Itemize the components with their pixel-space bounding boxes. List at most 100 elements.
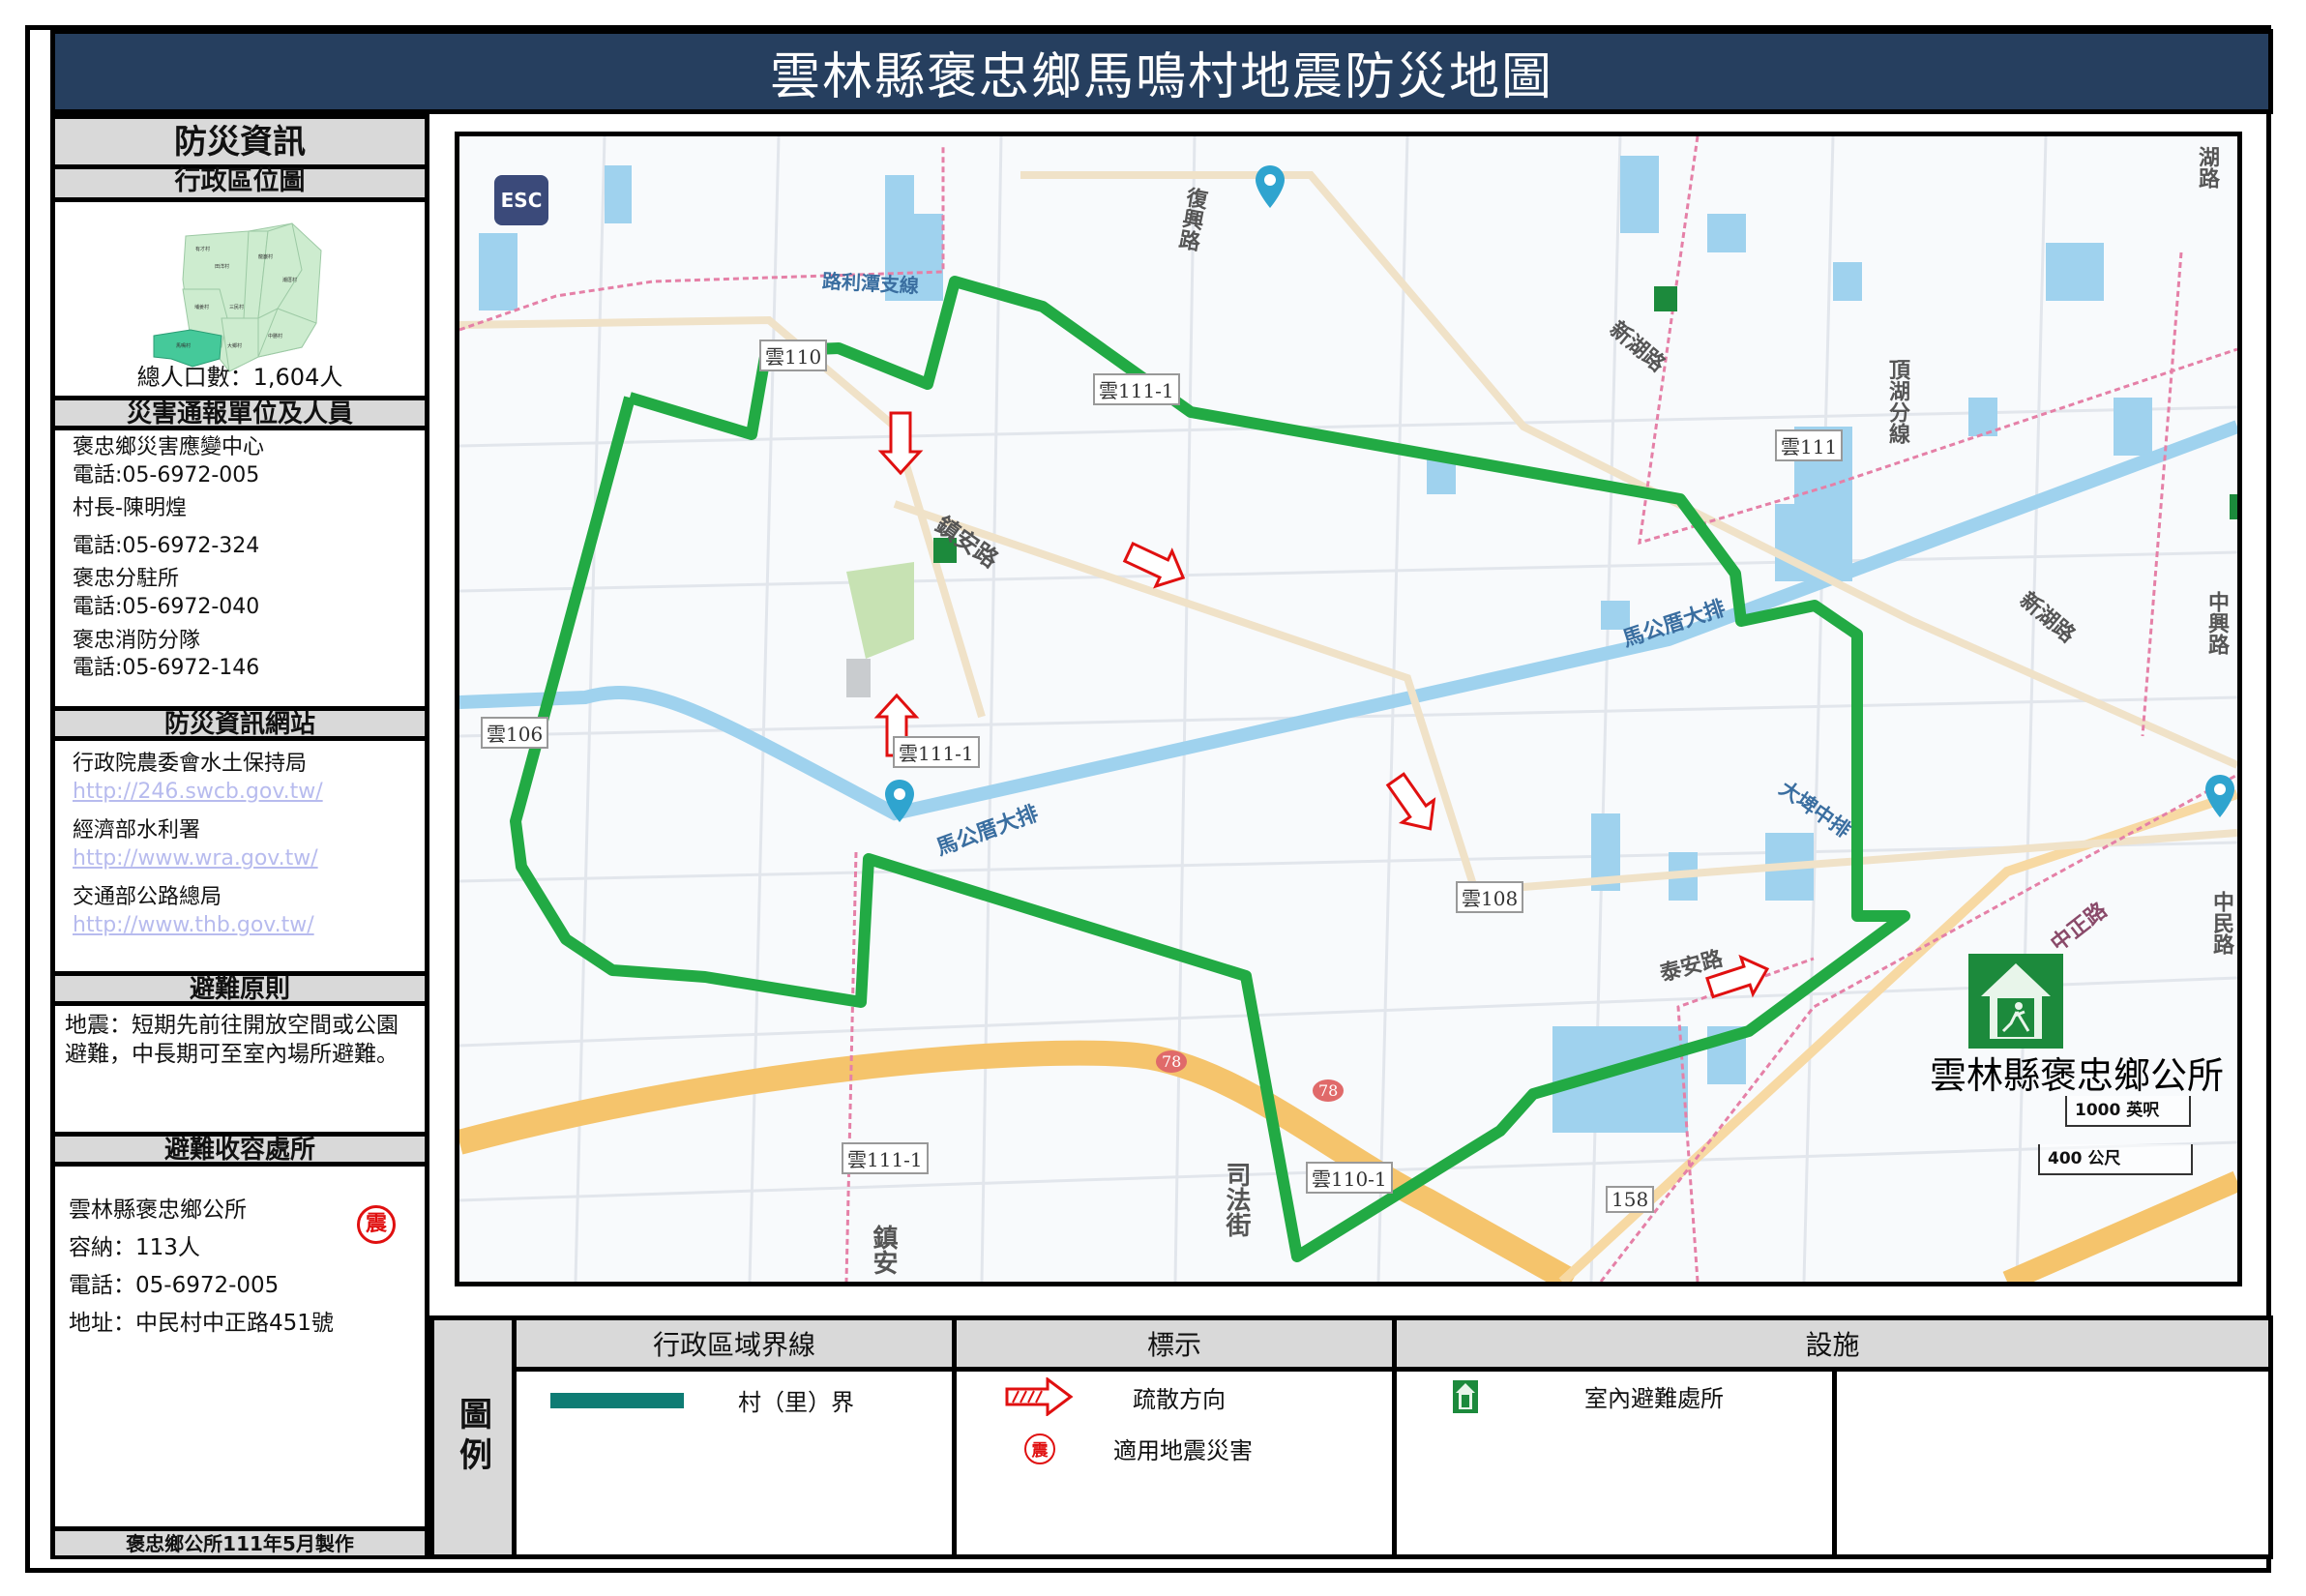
svg-text:大鄉村: 大鄉村: [227, 342, 242, 349]
legend-label: 疏散方向: [1133, 1385, 1226, 1413]
title-bar: 雲林縣褒忠鄉馬鳴村地震防災地圖: [50, 29, 2273, 114]
indoor-shelter-icon: [1453, 1379, 1478, 1413]
map-label: 中興路: [2204, 591, 2229, 655]
building-area: [846, 659, 871, 697]
report-units-heading: 災害通報單位及人員: [55, 396, 425, 430]
contact-name: 褒忠分駐所: [73, 567, 180, 592]
map-view[interactable]: ESC 路利潭支線 復興路 新湖路 頂湖分線 鎮安路 馬公厝大排 馬公厝大排 新…: [455, 132, 2242, 1286]
indoor-shelter-icon: [2230, 494, 2237, 519]
contact-phone: 電話:05-6972-146: [73, 656, 260, 681]
contact-item: 褒忠消防分隊 電話:05-6972-146: [73, 628, 407, 683]
location-pin-icon[interactable]: [885, 780, 914, 822]
svg-text:田洋村: 田洋村: [215, 263, 229, 270]
legend-title: 圖例: [434, 1320, 517, 1554]
legend-label: 村（里）界: [738, 1389, 854, 1416]
legend-empty-cell: [1837, 1372, 2268, 1554]
svg-text:埔姜村: 埔姜村: [194, 304, 209, 310]
legend-village-boundary: 村（里）界: [550, 1383, 854, 1417]
website-item: 交通部公路總局 http://www.thb.gov.tw/: [73, 884, 407, 939]
shelter-heading: 避難收容處所: [55, 1132, 425, 1167]
contact-phone: 電話:05-6972-040: [73, 594, 260, 619]
township-map: 有才村田洋村 龍巖村潮厝村 埔姜村 三民村 馬鳴村 大鄉村 中勝村: [153, 222, 322, 372]
route-shield: 雲110-1: [1306, 1162, 1393, 1194]
svg-text:龍巖村: 龍巖村: [258, 253, 273, 260]
route-shield: 雲110: [759, 340, 828, 371]
websites-heading: 防災資訊網站: [55, 706, 425, 741]
legend: 圖例 行政區域界線 村（里）界 標示 疏散方向 震 適用地震災害 設施 室內避難…: [429, 1315, 2273, 1559]
contact-phone: 電話:05-6972-005: [73, 462, 260, 488]
website-item: 經濟部水利署 http://www.wra.gov.tw/: [73, 817, 407, 872]
website-link[interactable]: http://www.thb.gov.tw/: [73, 912, 407, 940]
map-label: 司法街: [1222, 1162, 1251, 1237]
route-shield: 雲111-1: [893, 736, 980, 768]
principle-text: 地震：短期先前往開放空間或公園避難，中長期可至室內場所避難。: [65, 1013, 399, 1067]
website-link[interactable]: http://246.swcb.gov.tw/: [73, 779, 407, 807]
map-label: 鎮安: [869, 1225, 898, 1275]
website-name: 交通部公路總局: [73, 885, 222, 910]
map-label: 湖路: [2195, 146, 2219, 189]
contact-name: 村長-陳明煌: [73, 496, 187, 521]
legend-label: 適用地震災害: [1113, 1437, 1253, 1464]
legend-admin-heading: 行政區域界線: [517, 1320, 952, 1372]
svg-text:三民村: 三民村: [229, 304, 244, 310]
legend-facilities-heading: 設施: [1397, 1320, 2268, 1372]
earthquake-badge-icon: 震: [357, 1205, 396, 1244]
evac-arrow-icon: [1005, 1377, 1074, 1416]
earthquake-badge-icon: 震: [1024, 1433, 1055, 1464]
contact-name: 褒忠消防分隊: [73, 628, 201, 653]
contact-name: 褒忠鄉災害應變中心: [73, 435, 265, 459]
shelter-phone: 電話：05-6972-005: [69, 1273, 280, 1299]
scale-bar-feet: 1000 英呎: [2065, 1096, 2191, 1127]
map-label: 路利潭支線: [821, 269, 920, 298]
route-shield: 雲108: [1456, 881, 1524, 913]
contacts-list: 褒忠鄉災害應變中心 電話:05-6972-005 村長-陳明煌 電話:05-69…: [55, 430, 425, 706]
principle-heading: 避難原則: [55, 971, 425, 1006]
page-title: 雲林縣褒忠鄉馬鳴村地震防災地圖: [769, 47, 1553, 106]
contact-item: 褒忠分駐所 電話:05-6972-040: [73, 566, 407, 621]
legend-facilities-column: 設施 室內避難處所: [1397, 1320, 2268, 1554]
route-shield: 雲111: [1775, 429, 1844, 461]
map-label: 頂湖分線: [1885, 359, 1909, 444]
svg-text:中勝村: 中勝村: [268, 333, 282, 340]
location-pin-icon[interactable]: [1256, 165, 1285, 208]
route-shield: 雲111-1: [1093, 373, 1180, 405]
disaster-info-heading: 防災資訊: [55, 119, 425, 169]
contact-phone: 電話:05-6972-324: [73, 533, 260, 558]
indoor-shelter-icon: [1654, 286, 1677, 311]
legend-facility-cell: 室內避難處所: [1397, 1372, 1837, 1554]
shelter-info: 雲林縣褒忠鄉公所 容納：113人 電話：05-6972-005 地址：中民村中正…: [55, 1167, 425, 1368]
map-label: 中民路: [2209, 891, 2233, 955]
svg-text:馬鳴村: 馬鳴村: [176, 342, 191, 349]
svg-text:潮厝村: 潮厝村: [282, 277, 297, 283]
route-shield: 158: [1606, 1186, 1655, 1213]
basemap: [459, 136, 2237, 1282]
legend-earthquake: 震 適用地震災害: [1024, 1432, 1253, 1465]
contact-item: 褒忠鄉災害應變中心 電話:05-6972-005: [73, 434, 407, 489]
credit-line: 褒忠鄉公所111年5月製作: [55, 1526, 425, 1555]
website-name: 行政院農委會水土保持局: [73, 752, 308, 776]
website-link[interactable]: http://www.wra.gov.tw/: [73, 845, 407, 873]
legend-evac-direction: 疏散方向: [1005, 1377, 1226, 1416]
main-shelter-icon: [1968, 954, 2063, 1049]
route-shield: 雲111-1: [842, 1142, 929, 1174]
website-item: 行政院農委會水土保持局 http://246.swcb.gov.tw/: [73, 751, 407, 806]
scale-bar-meters: 400 公尺: [2038, 1144, 2193, 1175]
location-minimap: 有才村田洋村 龍巖村潮厝村 埔姜村 三民村 馬鳴村 大鄉村 中勝村 總人口數：1,6…: [55, 202, 425, 396]
legend-label: 室內避難處所: [1584, 1385, 1724, 1412]
route-shield: 雲106: [481, 717, 549, 749]
contact-item: 村長-陳明煌 電話:05-6972-324: [73, 495, 407, 560]
legend-marks-heading: 標示: [957, 1320, 1392, 1372]
admin-location-heading: 行政區位圖: [55, 168, 425, 202]
esc-button[interactable]: ESC: [494, 175, 548, 225]
legend-marks-column: 標示 疏散方向 震 適用地震災害: [957, 1320, 1397, 1554]
legend-admin-column: 行政區域界線 村（里）界: [517, 1320, 957, 1554]
website-name: 經濟部水利署: [73, 818, 201, 843]
boundary-line-swatch: [550, 1392, 684, 1408]
svg-text:有才村: 有才村: [195, 246, 210, 252]
websites-list: 行政院農委會水土保持局 http://246.swcb.gov.tw/ 經濟部水…: [55, 741, 425, 971]
shelter-map-label: 雲林縣褒忠鄉公所: [1930, 1054, 2225, 1097]
info-panel: 防災資訊 行政區位圖 有才村田洋村 龍巖村潮厝村 埔姜村 三民村 馬鳴村 大鄉村 中…: [50, 114, 429, 1559]
population-label: 總人口數：1,604人: [136, 364, 343, 391]
location-pin-icon[interactable]: [2205, 775, 2234, 817]
shelter-address: 地址：中民村中正路451號: [69, 1311, 334, 1337]
